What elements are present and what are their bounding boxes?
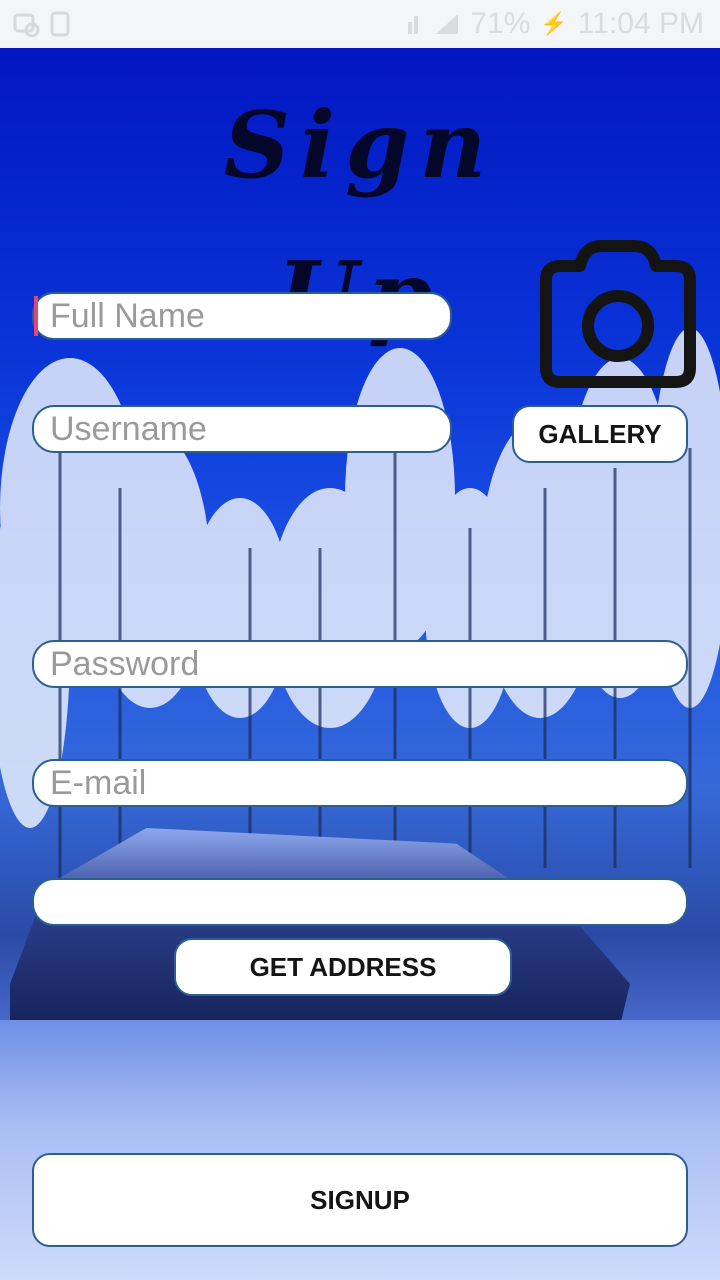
email-input[interactable] bbox=[50, 761, 670, 805]
battery-percentage: 71% bbox=[470, 7, 531, 40]
notification-icon bbox=[50, 11, 70, 37]
username-field[interactable] bbox=[32, 405, 452, 453]
charging-icon: ⚡ bbox=[540, 11, 568, 36]
gallery-button[interactable]: GALLERY bbox=[512, 405, 688, 463]
wifi-icon bbox=[408, 16, 419, 34]
status-left-icons bbox=[12, 8, 72, 40]
status-right: 71% ⚡ 11:04 PM bbox=[406, 0, 704, 48]
full-name-input[interactable] bbox=[50, 294, 434, 338]
text-cursor bbox=[34, 296, 38, 336]
address-input[interactable] bbox=[50, 880, 670, 924]
clock: 11:04 PM bbox=[577, 7, 704, 40]
screen-mirror-icon bbox=[13, 13, 40, 38]
password-field[interactable] bbox=[32, 640, 688, 688]
page-title: Sign Up bbox=[223, 91, 497, 349]
signup-button[interactable]: SIGNUP bbox=[32, 1153, 688, 1247]
full-name-field[interactable] bbox=[32, 292, 452, 340]
email-field[interactable] bbox=[32, 759, 688, 807]
username-input[interactable] bbox=[50, 407, 434, 451]
address-field[interactable] bbox=[32, 878, 688, 926]
password-input[interactable] bbox=[50, 642, 670, 686]
get-address-button[interactable]: GET ADDRESS bbox=[174, 938, 512, 996]
signal-icon bbox=[436, 14, 459, 34]
camera-icon[interactable] bbox=[540, 236, 696, 388]
status-bar: 71% ⚡ 11:04 PM bbox=[0, 0, 720, 48]
